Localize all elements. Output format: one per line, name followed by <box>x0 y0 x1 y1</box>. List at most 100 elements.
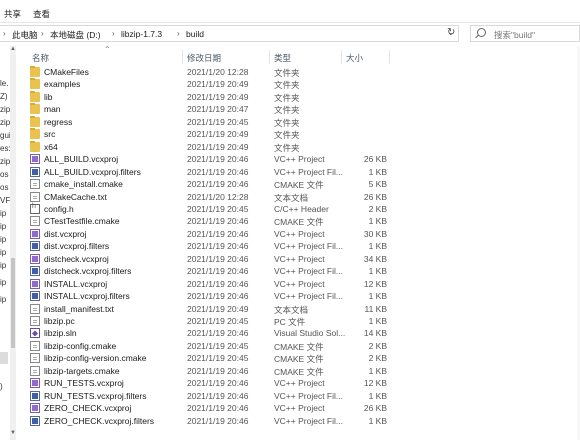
file-date: 2021/1/19 20:49 <box>187 129 249 140</box>
file-name: man <box>44 104 61 115</box>
file-row[interactable]: x64 2021/1/19 20:49 文件夹 <box>16 140 580 153</box>
tab-share[interactable]: 共享 <box>4 8 21 20</box>
nav-item[interactable]: ip <box>0 248 6 257</box>
file-date: 2021/1/19 20:46 <box>187 328 249 339</box>
nav-item[interactable]: ip <box>0 222 6 231</box>
file-name: dist.vcxproj <box>44 228 87 239</box>
nav-item[interactable]: zip <box>0 157 10 166</box>
file-type: CMAKE 文件 <box>274 341 324 352</box>
file-name: ALL_BUILD.vcxproj <box>44 154 119 165</box>
file-row[interactable]: dist.vcxproj.filters 2021/1/19 20:46 VC++ … <box>16 240 580 252</box>
file-row[interactable]: src 2021/1/19 20:49 文件夹 <box>16 128 580 140</box>
nav-item[interactable]: zip <box>0 105 10 114</box>
scroll-down-arrow-icon[interactable]: ▼ <box>10 430 16 436</box>
breadcrumb-libzip[interactable]: libzip-1.7.3 <box>121 29 162 39</box>
file-row[interactable]: libzip.pc 2021/1/19 20:45 PC 文件 1 KB <box>16 315 580 327</box>
column-divider[interactable] <box>269 50 270 64</box>
column-divider[interactable] <box>389 50 390 64</box>
file-row[interactable]: RUN_TESTS.vcxproj 2021/1/19 20:46 VC++ Pro… <box>16 377 580 389</box>
file-row[interactable]: CTestTestfile.cmake 2021/1/19 20:46 CMAKE … <box>16 215 580 227</box>
nav-scrollbar-thumb[interactable] <box>11 258 15 348</box>
search-input[interactable]: 搜索"build" <box>470 25 580 42</box>
column-headers: ⌃ 名称 修改日期 类型 大小 <box>16 45 580 66</box>
folder-icon <box>30 115 40 127</box>
column-header-date[interactable]: 修改日期 <box>187 52 221 64</box>
nav-item[interactable]: ip <box>0 209 6 218</box>
nav-item[interactable]: ) <box>0 382 3 391</box>
file-date: 2021/1/19 20:46 <box>187 291 249 302</box>
nav-item[interactable]: os <box>0 170 8 179</box>
file-row[interactable]: libzip.sln 2021/1/19 20:46 Visual Studio S… <box>16 327 580 339</box>
file-icon <box>30 365 40 376</box>
file-type: VC++ Project <box>274 378 325 389</box>
file-size: 26 KB <box>363 191 387 202</box>
file-size: 1 KB <box>368 166 387 177</box>
file-name: src <box>44 129 56 140</box>
file-row[interactable]: regress 2021/1/19 20:45 文件夹 <box>16 115 580 128</box>
file-type: VC++ Project <box>274 278 325 289</box>
column-header-name[interactable]: 名称 <box>32 52 49 64</box>
file-type: CMAKE 文件 <box>274 354 324 365</box>
refresh-icon[interactable]: ↻ <box>447 27 455 38</box>
column-header-type[interactable]: 类型 <box>274 52 291 64</box>
file-size: 12 KB <box>363 278 387 289</box>
file-name: libzip.sln <box>44 328 77 339</box>
file-type: VC++ Project <box>274 228 325 239</box>
file-type: C/C++ Header <box>274 203 329 214</box>
file-row[interactable]: libzip-config.cmake 2021/1/19 20:45 CMAKE … <box>16 340 580 352</box>
file-row[interactable]: config.h 2021/1/19 20:45 C/C++ Header 2 KB <box>16 203 580 215</box>
file-row[interactable]: ALL_BUILD.vcxproj 2021/1/19 20:46 VC++ Pro… <box>16 153 580 165</box>
nav-item[interactable]: le. <box>0 79 8 88</box>
file-type: 文件夹 <box>274 68 300 78</box>
file-row[interactable]: man 2021/1/19 20:47 文件夹 <box>16 103 580 115</box>
nav-item[interactable]: ip <box>0 261 6 270</box>
column-divider[interactable] <box>341 50 342 64</box>
breadcrumb-drive-d[interactable]: 本地磁盘 (D:) <box>50 29 101 41</box>
file-row[interactable]: examples 2021/1/19 20:49 文件夹 <box>16 78 580 90</box>
file-row[interactable]: CMakeCache.txt 2021/1/20 12:28 文本文档 26 KB <box>16 191 580 203</box>
column-divider[interactable] <box>182 50 183 64</box>
file-row[interactable]: cmake_install.cmake 2021/1/19 20:46 CMAKE … <box>16 178 580 190</box>
file-row[interactable]: libzip-targets.cmake 2021/1/19 20:46 CMAKE… <box>16 365 580 377</box>
file-date: 2021/1/19 20:46 <box>187 378 249 389</box>
file-row[interactable]: ZERO_CHECK.vcxproj.filters 2021/1/19 20:4… <box>16 415 580 427</box>
file-row[interactable]: ALL_BUILD.vcxproj.filters 2021/1/19 20:46… <box>16 166 580 178</box>
file-name: RUN_TESTS.vcxproj <box>44 378 124 389</box>
nav-item[interactable]: os <box>0 183 8 192</box>
file-date: 2021/1/19 20:49 <box>187 303 249 314</box>
file-type: VC++ Project <box>274 403 325 414</box>
nav-item[interactable]: VF <box>0 196 10 205</box>
search-placeholder: 搜索"build" <box>494 30 535 40</box>
nav-item[interactable]: ip <box>0 278 6 287</box>
column-header-size[interactable]: 大小 <box>346 52 363 64</box>
vcxproj-filters-icon <box>30 390 40 401</box>
nav-item[interactable]: ip <box>0 295 6 304</box>
breadcrumb-separator[interactable]: › <box>112 29 115 38</box>
breadcrumb-this-pc[interactable]: 此电脑 <box>12 29 38 41</box>
file-row[interactable]: install_manifest.txt 2021/1/19 20:49 文本文档 1… <box>16 303 580 315</box>
file-size: 11 KB <box>364 303 387 314</box>
file-row[interactable]: INSTALL.vcxproj.filters 2021/1/19 20:46 VC… <box>16 290 580 302</box>
file-row[interactable]: ZERO_CHECK.vcxproj 2021/1/19 20:46 VC++ Pr… <box>16 402 580 414</box>
file-row[interactable]: INSTALL.vcxproj 2021/1/19 20:46 VC++ Proje… <box>16 278 580 290</box>
address-bar[interactable]: › 此电脑 › 本地磁盘 (D:) › libzip-1.7.3 › build… <box>0 25 459 42</box>
file-row[interactable]: distcheck.vcxproj 2021/1/19 20:46 VC++ Pro… <box>16 253 580 265</box>
file-name: config.h <box>44 203 74 214</box>
nav-item[interactable]: Z) <box>0 92 8 101</box>
tab-view[interactable]: 查看 <box>33 8 50 20</box>
breadcrumb-separator[interactable]: › <box>41 29 44 38</box>
file-row[interactable]: distcheck.vcxproj.filters 2021/1/19 20:46… <box>16 265 580 277</box>
file-size: 1 KB <box>368 291 387 302</box>
nav-item[interactable]: zip <box>0 118 10 127</box>
file-row[interactable]: RUN_TESTS.vcxproj.filters 2021/1/19 20:46… <box>16 390 580 402</box>
file-date: 2021/1/20 12:28 <box>187 67 249 77</box>
breadcrumb-build[interactable]: build <box>186 29 204 39</box>
file-date: 2021/1/19 20:45 <box>187 340 249 351</box>
nav-item[interactable]: ip <box>0 235 6 244</box>
file-row[interactable]: CMakeFiles 2021/1/20 12:28 文件夹 <box>16 66 580 78</box>
breadcrumb-separator[interactable]: › <box>177 29 180 38</box>
file-row[interactable]: dist.vcxproj 2021/1/19 20:46 VC++ Project 3… <box>16 228 580 240</box>
file-row[interactable]: lib 2021/1/19 20:49 文件夹 <box>16 90 580 103</box>
file-row[interactable]: libzip-config-version.cmake 2021/1/19 20:… <box>16 352 580 364</box>
file-name: libzip-config-version.cmake <box>44 353 147 364</box>
